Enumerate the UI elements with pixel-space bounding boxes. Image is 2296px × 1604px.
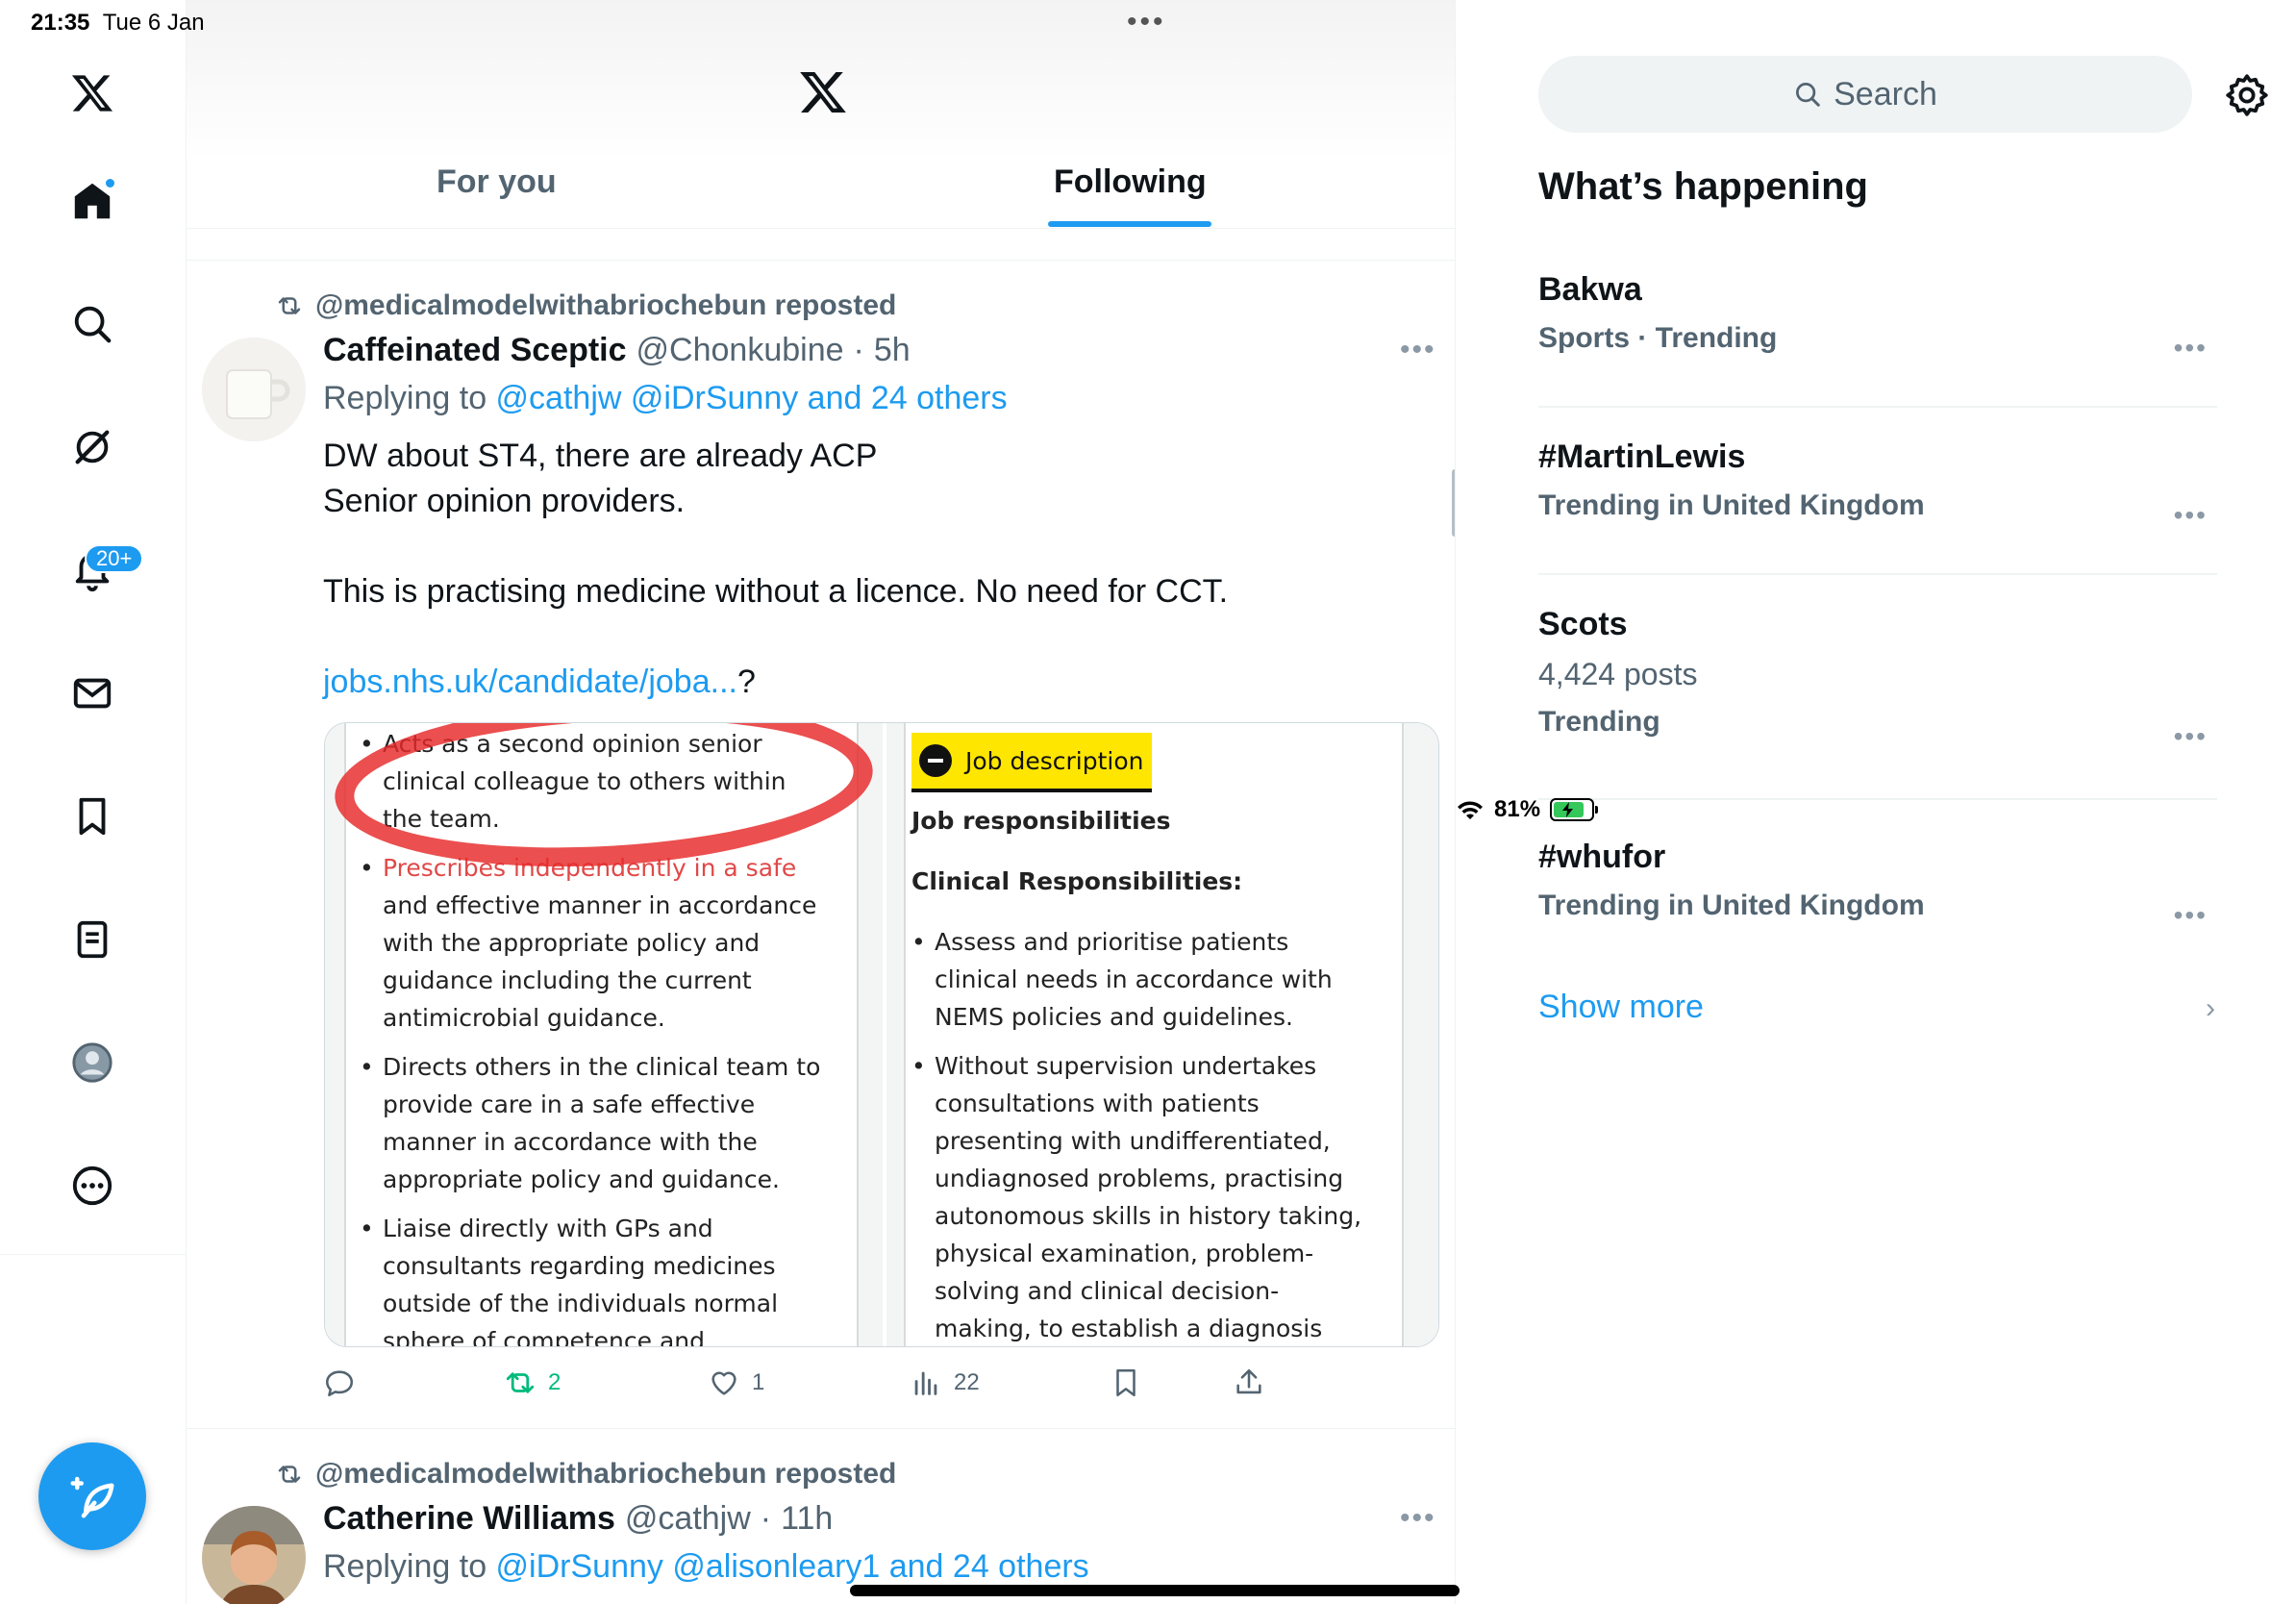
status-time: 21:35 Tue 6 Jan (31, 10, 205, 36)
bookmarks-icon[interactable] (62, 787, 122, 846)
post-actions: 2 1 22 (323, 1366, 1400, 1415)
doc-bullet: Without supervision undertakes consultat… (911, 1047, 1373, 1346)
post-media[interactable]: Acts as a second opinion senior clinical… (324, 722, 1439, 1347)
battery-icon (1550, 798, 1599, 821)
post-link-suffix: ? (736, 664, 756, 700)
doc-bullet-continuation: and effective manner in accordance with … (383, 891, 817, 1032)
like-count: 1 (752, 1369, 765, 1395)
person-photo-icon (202, 1506, 306, 1604)
document-text: Job responsibilities Clinical Responsibi… (911, 802, 1373, 1346)
lists-icon[interactable] (62, 910, 122, 969)
author-handle[interactable]: @cathjw (625, 1500, 751, 1538)
doc-bullet: Assess and prioritise patients clinical … (911, 923, 1373, 1036)
status-bar: 21:35 Tue 6 Jan ••• 81% (0, 0, 2296, 822)
replying-prefix: Replying to (323, 380, 496, 416)
search-icon[interactable] (62, 294, 122, 354)
minus-circle-icon (919, 744, 952, 777)
bookmark-icon (1116, 1368, 1136, 1397)
battery-percent: 81% (1494, 796, 1541, 822)
analytics-icon (914, 1371, 937, 1395)
post-header: Caffeinated Sceptic @Chonkubine · 5h (323, 332, 911, 369)
repost-button[interactable]: 2 (504, 1366, 561, 1399)
doc-bullet: Directs others in the clinical team to p… (360, 1048, 821, 1198)
avatar[interactable] (202, 1506, 306, 1604)
post[interactable]: @medicalmodelwithabriochebun reposted Ca… (187, 1429, 1455, 1604)
multitasking-dots[interactable]: ••• (1127, 6, 1166, 38)
like-button[interactable]: 1 (708, 1366, 764, 1399)
post-more-icon[interactable]: ••• (1400, 334, 1436, 366)
tab-for-you[interactable]: For you (437, 163, 557, 201)
replying-prefix: Replying to (323, 1548, 496, 1585)
media-image-right[interactable]: Job description Job responsibilities Cli… (886, 723, 1438, 1346)
repost-icon (278, 1466, 301, 1483)
wifi-icon (1458, 801, 1483, 819)
nav-divider (0, 1254, 187, 1255)
compose-post-button[interactable] (38, 1442, 146, 1550)
post-text-line: Senior opinion providers. (323, 483, 686, 519)
post-text-line: This is practising medicine without a li… (323, 573, 1229, 610)
post-link[interactable]: jobs.nhs.uk/candidate/joba... (323, 664, 737, 700)
repost-context: @medicalmodelwithabriochebun reposted (275, 289, 896, 322)
home-icon[interactable] (62, 171, 122, 231)
replying-to: Replying to @cathjw @iDrSunny and 24 oth… (323, 380, 1008, 417)
doc-subheading: Clinical Responsibilities: (911, 867, 1243, 895)
reply-icon (325, 1370, 354, 1397)
heart-icon (711, 1371, 736, 1395)
grok-icon[interactable] (62, 417, 122, 477)
replying-to: Replying to @iDrSunny @alisonleary1 and … (323, 1548, 1089, 1586)
mug-icon (202, 338, 306, 441)
post-header: Catherine Williams @cathjw · 11h (323, 1500, 833, 1538)
separator: · (760, 1500, 772, 1537)
views-button[interactable]: 22 (910, 1366, 980, 1399)
post-more-icon[interactable]: ••• (1400, 1502, 1436, 1535)
x-logo-icon[interactable] (798, 67, 848, 117)
reposted-by-label[interactable]: @medicalmodelwithabriochebun reposted (315, 1458, 896, 1491)
media-image-left[interactable]: Acts as a second opinion senior clinical… (325, 723, 883, 1346)
notifications-badge: 20+ (85, 544, 144, 573)
share-button[interactable] (1233, 1366, 1265, 1399)
views-count: 22 (954, 1369, 980, 1395)
post-time[interactable]: 11h (781, 1500, 833, 1538)
reply-button[interactable] (323, 1366, 367, 1399)
post-time[interactable]: 5h (874, 332, 911, 369)
feather-plus-icon (70, 1476, 114, 1518)
post-text-line: DW about ST4, there are already ACP (323, 438, 878, 474)
separator: · (853, 332, 864, 368)
author-name[interactable]: Catherine Williams (323, 1500, 615, 1538)
replying-to-link[interactable]: @iDrSunny @alisonleary1 and 24 others (496, 1548, 1089, 1585)
profile-icon[interactable] (62, 1033, 122, 1092)
main-timeline: For you Following @medicalmodelwithabrio… (187, 0, 1456, 1604)
home-indicator[interactable] (850, 1585, 1460, 1596)
share-icon (1236, 1368, 1261, 1394)
x-logo-icon[interactable] (62, 63, 122, 123)
repost-context: @medicalmodelwithabriochebun reposted (275, 1458, 896, 1491)
status-right: 81% (1456, 8, 2296, 1604)
more-icon[interactable] (62, 1156, 122, 1216)
author-handle[interactable]: @Chonkubine (636, 332, 844, 369)
left-nav: 20+ (0, 0, 187, 1604)
bookmark-button[interactable] (1110, 1366, 1142, 1399)
repost-icon (506, 1372, 535, 1393)
messages-icon[interactable] (62, 664, 122, 723)
reposted-by-label[interactable]: @medicalmodelwithabriochebun reposted (315, 289, 896, 322)
job-description-label: Job description (965, 746, 1144, 775)
repost-icon (278, 297, 301, 314)
doc-bullet: Liaise directly with GPs and consultants… (360, 1210, 821, 1346)
tab-following[interactable]: Following (1054, 163, 1207, 201)
job-description-heading: Job description (911, 733, 1152, 792)
post[interactable]: @medicalmodelwithabriochebun reposted Ca… (187, 260, 1455, 1429)
repost-count: 2 (548, 1369, 562, 1395)
avatar[interactable] (202, 338, 306, 441)
author-name[interactable]: Caffeinated Sceptic (323, 332, 627, 369)
replying-to-link[interactable]: @cathjw @iDrSunny and 24 others (496, 380, 1008, 416)
active-tab-indicator (1048, 221, 1211, 227)
doc-subheading: Job responsibilities (911, 807, 1171, 835)
home-unread-dot (104, 177, 116, 189)
post-text: DW about ST4, there are already ACP Seni… (323, 434, 1381, 705)
